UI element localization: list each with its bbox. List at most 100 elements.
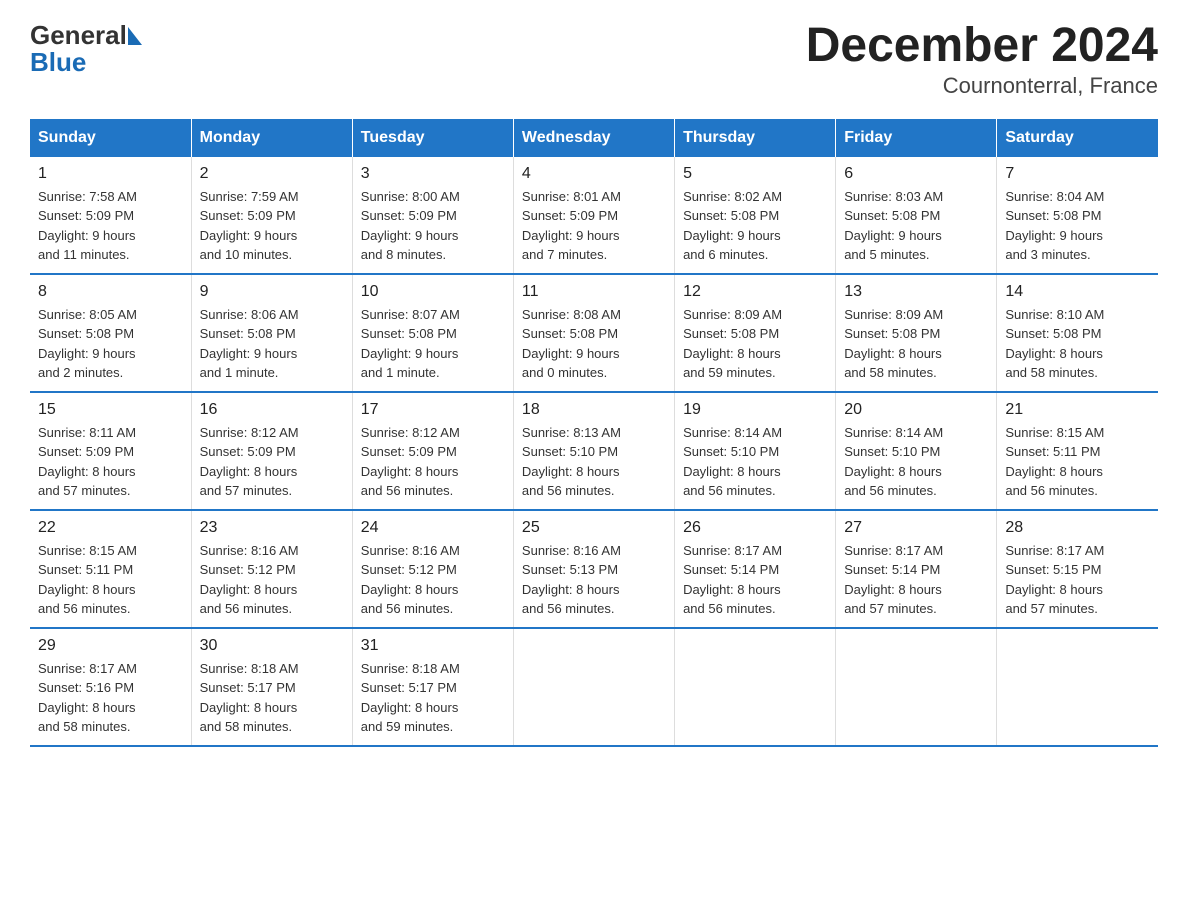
day-info: Sunrise: 8:18 AMSunset: 5:17 PMDaylight:… <box>200 659 344 737</box>
page-title: December 2024 <box>806 20 1158 73</box>
table-row: 19 Sunrise: 8:14 AMSunset: 5:10 PMDayligh… <box>675 392 836 510</box>
table-row <box>513 628 674 746</box>
calendar-row: 1 Sunrise: 7:58 AMSunset: 5:09 PMDaylight… <box>30 157 1158 274</box>
table-row: 10 Sunrise: 8:07 AMSunset: 5:08 PMDayligh… <box>352 274 513 392</box>
day-number: 25 <box>522 519 666 537</box>
col-monday: Monday <box>191 119 352 157</box>
table-row: 5Sunrise: 8:02 AMSunset: 5:08 PMDaylight… <box>675 157 836 274</box>
table-row: 13 Sunrise: 8:09 AMSunset: 5:08 PMDayligh… <box>836 274 997 392</box>
page-header: General Blue December 2024 Cournonterral… <box>30 20 1158 99</box>
day-info: Sunrise: 8:09 AMSunset: 5:08 PMDaylight:… <box>844 305 988 383</box>
day-number: 16 <box>200 401 344 419</box>
day-info: Sunrise: 8:00 AMSunset: 5:09 PMDaylight:… <box>361 187 505 265</box>
col-tuesday: Tuesday <box>352 119 513 157</box>
table-row: 24 Sunrise: 8:16 AMSunset: 5:12 PMDayligh… <box>352 510 513 628</box>
day-info: Sunrise: 8:17 AMSunset: 5:16 PMDaylight:… <box>38 659 183 737</box>
col-saturday: Saturday <box>997 119 1158 157</box>
day-info: Sunrise: 8:15 AMSunset: 5:11 PMDaylight:… <box>38 541 183 619</box>
table-row: 28Sunrise: 8:17 AMSunset: 5:15 PMDayligh… <box>997 510 1158 628</box>
day-number: 7 <box>1005 165 1150 183</box>
day-number: 10 <box>361 283 505 301</box>
table-row: 17Sunrise: 8:12 AMSunset: 5:09 PMDayligh… <box>352 392 513 510</box>
logo-arrow-icon <box>128 27 142 45</box>
table-row: 2 Sunrise: 7:59 AMSunset: 5:09 PMDaylight… <box>191 157 352 274</box>
day-info: Sunrise: 8:14 AMSunset: 5:10 PMDaylight:… <box>844 423 988 501</box>
calendar-row: 8 Sunrise: 8:05 AMSunset: 5:08 PMDaylight… <box>30 274 1158 392</box>
day-info: Sunrise: 8:07 AMSunset: 5:08 PMDaylight:… <box>361 305 505 383</box>
day-number: 12 <box>683 283 827 301</box>
day-number: 6 <box>844 165 988 183</box>
day-number: 14 <box>1005 283 1150 301</box>
table-row: 29 Sunrise: 8:17 AMSunset: 5:16 PMDayligh… <box>30 628 191 746</box>
day-number: 30 <box>200 637 344 655</box>
table-row: 15 Sunrise: 8:11 AMSunset: 5:09 PMDayligh… <box>30 392 191 510</box>
day-number: 22 <box>38 519 183 537</box>
table-row: 21Sunrise: 8:15 AMSunset: 5:11 PMDayligh… <box>997 392 1158 510</box>
col-thursday: Thursday <box>675 119 836 157</box>
day-info: Sunrise: 8:10 AMSunset: 5:08 PMDaylight:… <box>1005 305 1150 383</box>
day-number: 31 <box>361 637 505 655</box>
day-info: Sunrise: 8:01 AMSunset: 5:09 PMDaylight:… <box>522 187 666 265</box>
calendar-table: Sunday Monday Tuesday Wednesday Thursday… <box>30 119 1158 747</box>
table-row <box>997 628 1158 746</box>
day-info: Sunrise: 8:05 AMSunset: 5:08 PMDaylight:… <box>38 305 183 383</box>
day-number: 17 <box>361 401 505 419</box>
day-number: 19 <box>683 401 827 419</box>
table-row: 7 Sunrise: 8:04 AMSunset: 5:08 PMDaylight… <box>997 157 1158 274</box>
table-row: 23Sunrise: 8:16 AMSunset: 5:12 PMDayligh… <box>191 510 352 628</box>
title-block: December 2024 Cournonterral, France <box>806 20 1158 99</box>
table-row: 20 Sunrise: 8:14 AMSunset: 5:10 PMDayligh… <box>836 392 997 510</box>
day-info: Sunrise: 8:18 AMSunset: 5:17 PMDaylight:… <box>361 659 505 737</box>
table-row: 3 Sunrise: 8:00 AMSunset: 5:09 PMDaylight… <box>352 157 513 274</box>
day-number: 18 <box>522 401 666 419</box>
day-number: 4 <box>522 165 666 183</box>
table-row: 12 Sunrise: 8:09 AMSunset: 5:08 PMDayligh… <box>675 274 836 392</box>
table-row: 18 Sunrise: 8:13 AMSunset: 5:10 PMDayligh… <box>513 392 674 510</box>
page-subtitle: Cournonterral, France <box>806 73 1158 99</box>
logo: General Blue <box>30 20 142 78</box>
day-info: Sunrise: 8:14 AMSunset: 5:10 PMDaylight:… <box>683 423 827 501</box>
day-number: 3 <box>361 165 505 183</box>
day-number: 2 <box>200 165 344 183</box>
table-row: 1 Sunrise: 7:58 AMSunset: 5:09 PMDaylight… <box>30 157 191 274</box>
day-info: Sunrise: 8:04 AMSunset: 5:08 PMDaylight:… <box>1005 187 1150 265</box>
day-number: 29 <box>38 637 183 655</box>
table-row: 27 Sunrise: 8:17 AMSunset: 5:14 PMDayligh… <box>836 510 997 628</box>
table-row: 30 Sunrise: 8:18 AMSunset: 5:17 PMDayligh… <box>191 628 352 746</box>
calendar-row: 15 Sunrise: 8:11 AMSunset: 5:09 PMDayligh… <box>30 392 1158 510</box>
table-row: 11Sunrise: 8:08 AMSunset: 5:08 PMDayligh… <box>513 274 674 392</box>
day-number: 27 <box>844 519 988 537</box>
calendar-row: 29 Sunrise: 8:17 AMSunset: 5:16 PMDayligh… <box>30 628 1158 746</box>
day-info: Sunrise: 8:02 AMSunset: 5:08 PMDaylight:… <box>683 187 827 265</box>
day-number: 21 <box>1005 401 1150 419</box>
table-row: 26Sunrise: 8:17 AMSunset: 5:14 PMDayligh… <box>675 510 836 628</box>
day-info: Sunrise: 8:16 AMSunset: 5:12 PMDaylight:… <box>200 541 344 619</box>
day-number: 9 <box>200 283 344 301</box>
day-number: 1 <box>38 165 183 183</box>
day-number: 8 <box>38 283 183 301</box>
logo-blue: Blue <box>30 47 86 78</box>
day-number: 26 <box>683 519 827 537</box>
day-info: Sunrise: 8:13 AMSunset: 5:10 PMDaylight:… <box>522 423 666 501</box>
table-row: 9 Sunrise: 8:06 AMSunset: 5:08 PMDaylight… <box>191 274 352 392</box>
day-info: Sunrise: 8:17 AMSunset: 5:15 PMDaylight:… <box>1005 541 1150 619</box>
day-info: Sunrise: 7:59 AMSunset: 5:09 PMDaylight:… <box>200 187 344 265</box>
day-info: Sunrise: 8:11 AMSunset: 5:09 PMDaylight:… <box>38 423 183 501</box>
day-number: 11 <box>522 283 666 301</box>
day-info: Sunrise: 8:06 AMSunset: 5:08 PMDaylight:… <box>200 305 344 383</box>
day-info: Sunrise: 8:16 AMSunset: 5:12 PMDaylight:… <box>361 541 505 619</box>
day-info: Sunrise: 8:09 AMSunset: 5:08 PMDaylight:… <box>683 305 827 383</box>
day-number: 24 <box>361 519 505 537</box>
day-number: 13 <box>844 283 988 301</box>
day-info: Sunrise: 8:03 AMSunset: 5:08 PMDaylight:… <box>844 187 988 265</box>
table-row: 14 Sunrise: 8:10 AMSunset: 5:08 PMDayligh… <box>997 274 1158 392</box>
table-row: 4 Sunrise: 8:01 AMSunset: 5:09 PMDaylight… <box>513 157 674 274</box>
table-row: 16Sunrise: 8:12 AMSunset: 5:09 PMDayligh… <box>191 392 352 510</box>
day-number: 15 <box>38 401 183 419</box>
day-info: Sunrise: 7:58 AMSunset: 5:09 PMDaylight:… <box>38 187 183 265</box>
day-info: Sunrise: 8:17 AMSunset: 5:14 PMDaylight:… <box>844 541 988 619</box>
day-number: 20 <box>844 401 988 419</box>
table-row: 6 Sunrise: 8:03 AMSunset: 5:08 PMDaylight… <box>836 157 997 274</box>
table-row: 22 Sunrise: 8:15 AMSunset: 5:11 PMDayligh… <box>30 510 191 628</box>
table-row: 31 Sunrise: 8:18 AMSunset: 5:17 PMDayligh… <box>352 628 513 746</box>
